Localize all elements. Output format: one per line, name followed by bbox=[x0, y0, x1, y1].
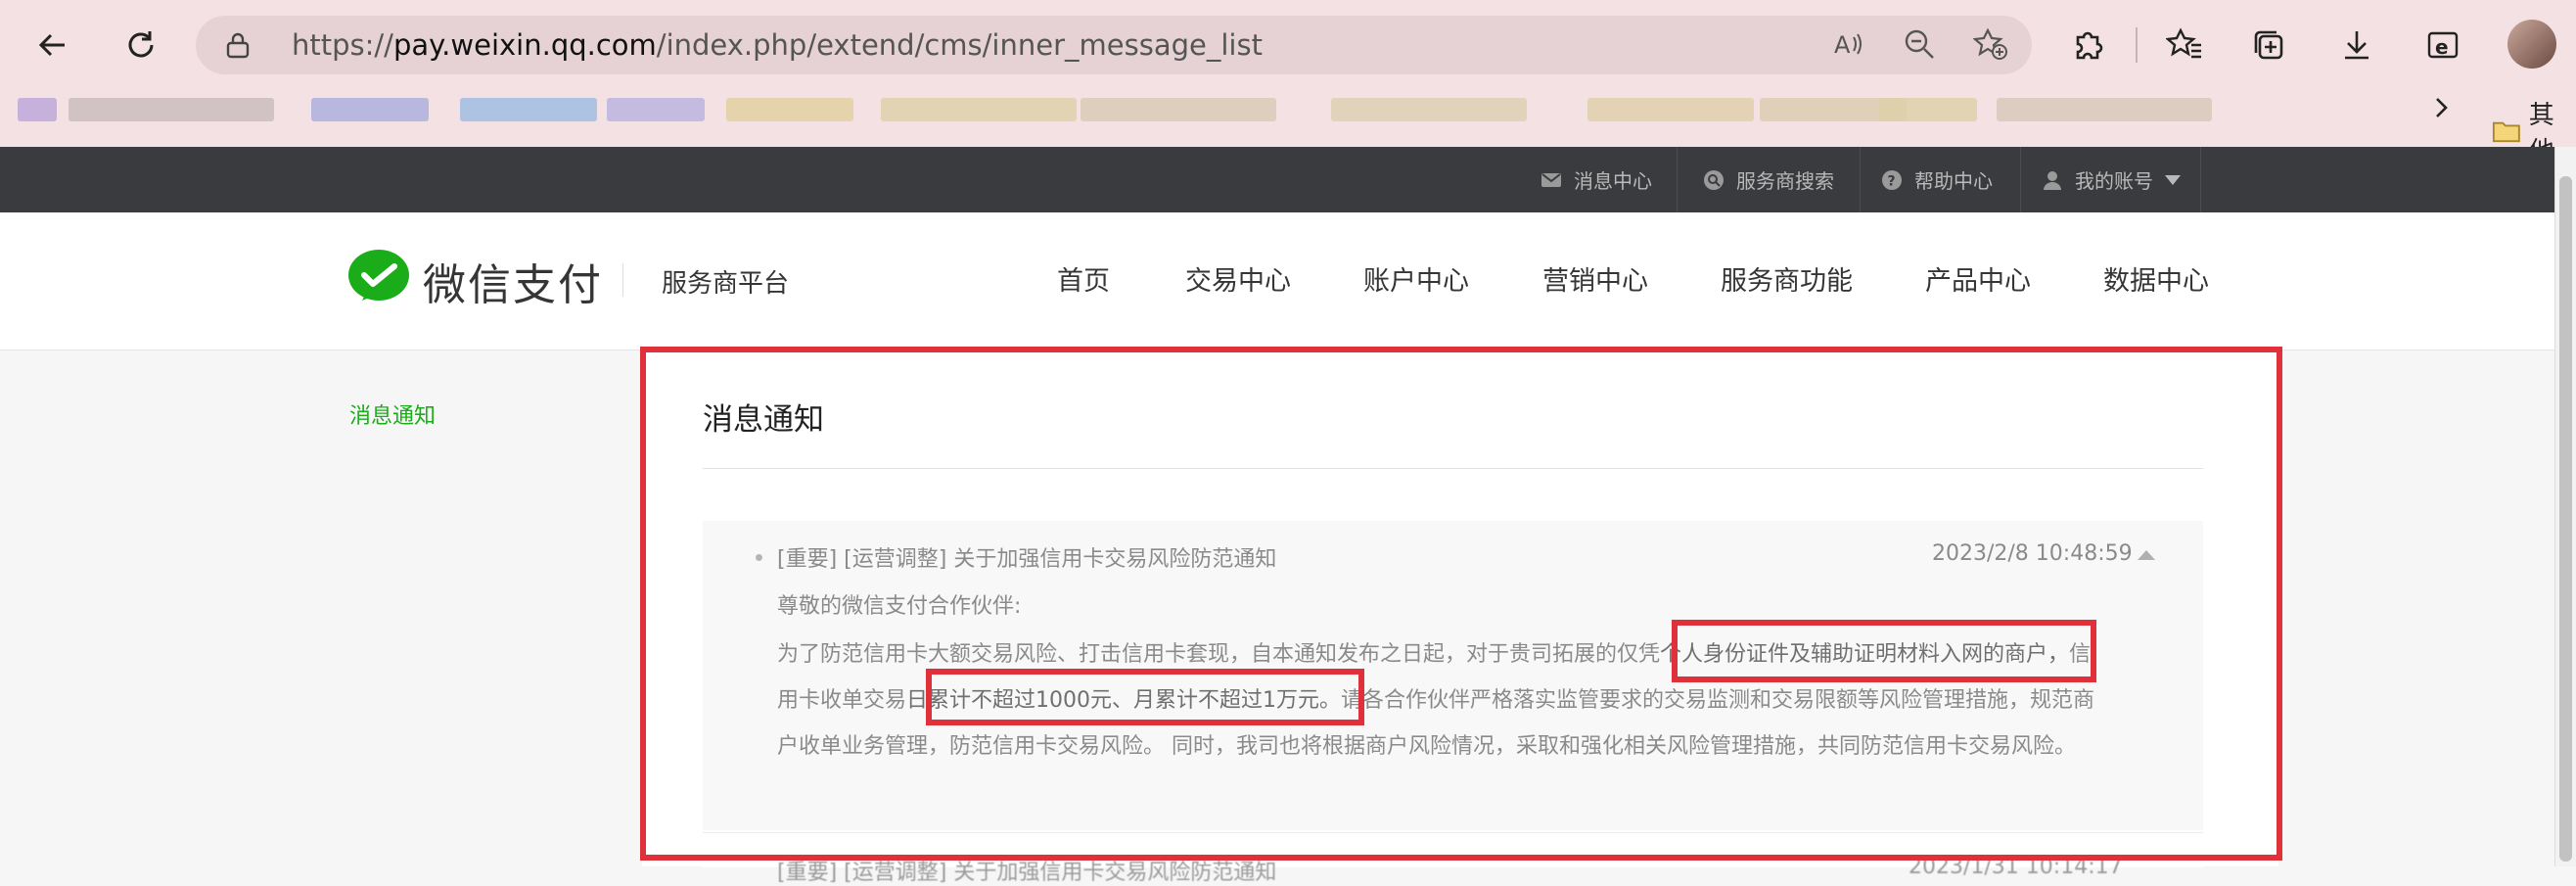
bookmark-item[interactable] bbox=[1081, 98, 1276, 121]
folder-icon bbox=[2492, 121, 2520, 143]
nav-trade-center[interactable]: 交易中心 bbox=[1185, 259, 1291, 298]
url-host: pay.weixin.qq.com bbox=[392, 28, 657, 62]
bookmark-item[interactable] bbox=[460, 98, 597, 121]
topbar-help-center[interactable]: ? 帮助中心 bbox=[1881, 147, 1993, 212]
topbar-divider bbox=[2200, 147, 2201, 212]
refresh-button[interactable] bbox=[114, 18, 168, 72]
download-icon bbox=[2345, 31, 2369, 60]
ie-mode-icon: e bbox=[2427, 31, 2459, 59]
nav-data-center[interactable]: 数据中心 bbox=[2103, 259, 2209, 298]
toolbar-divider bbox=[2136, 27, 2138, 63]
back-arrow-icon bbox=[38, 33, 65, 57]
scrollbar-thumb[interactable] bbox=[2559, 176, 2572, 862]
bookmark-item[interactable] bbox=[881, 98, 1077, 121]
refresh-icon bbox=[128, 31, 154, 58]
nav-product-center[interactable]: 产品中心 bbox=[1925, 259, 2031, 298]
add-favorite-icon[interactable] bbox=[1973, 27, 2008, 61]
logo-text: 微信支付 bbox=[423, 260, 603, 310]
help-icon: ? bbox=[1882, 169, 1902, 190]
topbar-divider bbox=[2020, 147, 2021, 212]
url-path: /index.php/extend/cms/inner_message_list bbox=[656, 28, 1263, 62]
downloads-button[interactable] bbox=[2329, 18, 2384, 72]
topbar-message-center[interactable]: 消息中心 bbox=[1541, 147, 1652, 212]
search-icon bbox=[1704, 169, 1724, 190]
topbar-divider bbox=[1677, 147, 1678, 212]
topbar-item-label: 我的账号 bbox=[2075, 169, 2153, 193]
annotation-box-highlight-2 bbox=[926, 669, 1364, 725]
lock-icon bbox=[226, 32, 250, 59]
topbar-item-label: 服务商搜索 bbox=[1736, 169, 1834, 193]
topbar-item-label: 帮助中心 bbox=[1914, 169, 1993, 193]
nav-marketing-center[interactable]: 营销中心 bbox=[1542, 259, 1648, 298]
collections-button[interactable] bbox=[2241, 18, 2296, 72]
site-topbar bbox=[0, 147, 2576, 212]
bookmark-item[interactable] bbox=[1997, 98, 2212, 121]
extensions-button[interactable] bbox=[2060, 18, 2115, 72]
sidebar-item-message-notice[interactable]: 消息通知 bbox=[349, 398, 436, 430]
back-button[interactable] bbox=[25, 18, 80, 72]
zoom-out-icon[interactable] bbox=[1903, 27, 1936, 61]
address-bar[interactable]: https://pay.weixin.qq.com/index.php/exte… bbox=[196, 16, 2032, 74]
topbar-provider-search[interactable]: 服务商搜索 bbox=[1703, 147, 1834, 212]
caret-down-icon bbox=[2165, 174, 2181, 185]
profile-avatar[interactable] bbox=[2507, 20, 2556, 69]
site-header: 微信支付 服务商平台 首页 交易中心 账户中心 营销中心 服务商功能 产品中心 … bbox=[0, 212, 2554, 350]
svg-text:?: ? bbox=[1888, 173, 1896, 189]
page-scrollbar[interactable] bbox=[2554, 147, 2576, 866]
logo-divider bbox=[622, 263, 623, 297]
favorites-star-icon bbox=[2166, 27, 2201, 59]
url-text[interactable]: https://pay.weixin.qq.com/index.php/exte… bbox=[292, 28, 1263, 62]
annotation-box-highlight-1 bbox=[1672, 620, 2096, 682]
nav-provider-functions[interactable]: 服务商功能 bbox=[1721, 259, 1853, 298]
url-prefix: https:// bbox=[292, 28, 393, 62]
bookmark-item[interactable] bbox=[607, 98, 705, 121]
topbar-item-label: 消息中心 bbox=[1574, 169, 1652, 193]
bookmark-item[interactable] bbox=[1587, 98, 1754, 121]
bookmark-item[interactable] bbox=[18, 98, 57, 121]
wechat-pay-logo-icon[interactable] bbox=[346, 248, 411, 306]
bookmark-item[interactable] bbox=[311, 98, 429, 121]
nav-account-center[interactable]: 账户中心 bbox=[1363, 259, 1469, 298]
read-aloud-icon[interactable]: A bbox=[1832, 27, 1865, 61]
collections-icon bbox=[2254, 30, 2283, 60]
platform-name: 服务商平台 bbox=[662, 269, 790, 299]
svg-text:e: e bbox=[2435, 35, 2449, 59]
svg-text:A: A bbox=[1834, 31, 1851, 59]
bookmark-item[interactable] bbox=[69, 98, 274, 121]
bookmark-item[interactable] bbox=[1331, 98, 1527, 121]
annotation-box-panel bbox=[640, 347, 2282, 861]
favorites-button[interactable] bbox=[2157, 18, 2212, 72]
bookmark-item[interactable] bbox=[1879, 98, 1977, 121]
bookmark-item[interactable] bbox=[726, 98, 853, 121]
user-icon bbox=[2044, 170, 2061, 190]
topbar-my-account[interactable]: 我的账号 bbox=[2042, 147, 2181, 212]
puzzle-icon bbox=[2076, 31, 2103, 60]
mail-icon bbox=[1541, 172, 1561, 187]
ie-mode-button[interactable]: e bbox=[2415, 18, 2470, 72]
nav-home[interactable]: 首页 bbox=[1057, 259, 1110, 298]
chevron-right-icon[interactable] bbox=[2427, 94, 2455, 121]
topbar-divider bbox=[1860, 147, 1861, 212]
